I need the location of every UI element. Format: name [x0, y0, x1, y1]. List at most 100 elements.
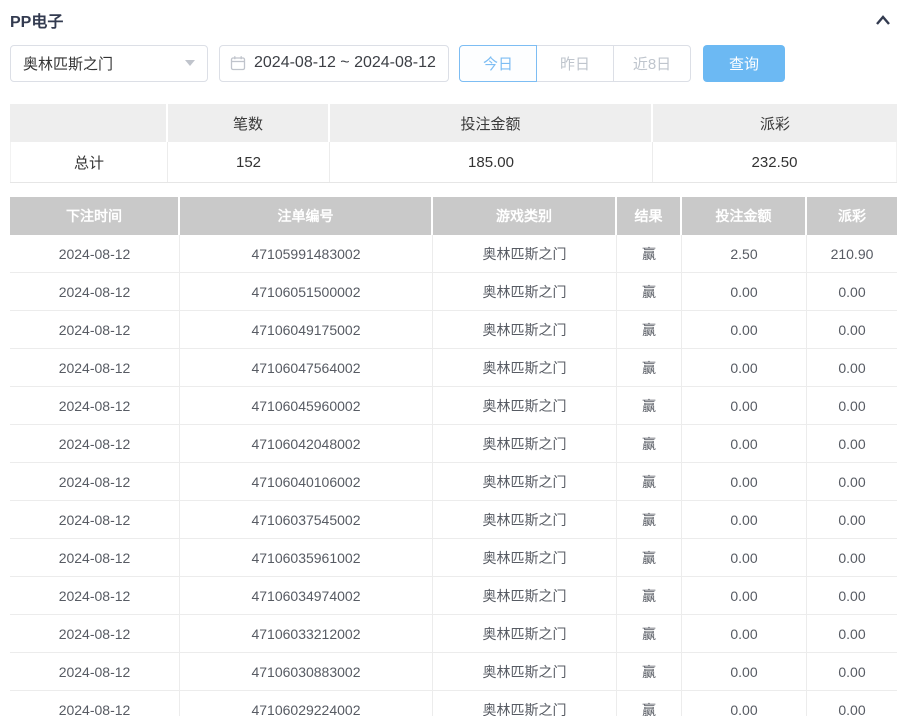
cell-bet-amount: 0.00	[682, 501, 807, 539]
cell-order-no: 47106047564002	[180, 349, 433, 387]
cell-game-type: 奥林匹斯之门	[433, 425, 617, 463]
cell-result: 赢	[617, 311, 682, 349]
cell-payout: 0.00	[807, 273, 897, 311]
cell-payout: 210.90	[807, 235, 897, 273]
table-row: 2024-08-12 47105991483002 奥林匹斯之门 赢 2.50 …	[10, 235, 897, 273]
cell-bet-amount: 0.00	[682, 615, 807, 653]
cell-order-no: 47106034974002	[180, 577, 433, 615]
toolbar: 奥林匹斯之门 2024-08-12 ~ 2024-08-12 今日 昨日 近8日…	[10, 44, 897, 82]
cell-result: 赢	[617, 501, 682, 539]
cell-bet-amount: 2.50	[682, 235, 807, 273]
table-row: 2024-08-12 47106042048002 奥林匹斯之门 赢 0.00 …	[10, 425, 897, 463]
query-button[interactable]: 查询	[703, 44, 785, 82]
cell-payout: 0.00	[807, 653, 897, 691]
cell-order-no: 47106033212002	[180, 615, 433, 653]
cell-payout: 0.00	[807, 577, 897, 615]
cell-game-type: 奥林匹斯之门	[433, 577, 617, 615]
cell-game-type: 奥林匹斯之门	[433, 349, 617, 387]
cell-game-type: 奥林匹斯之门	[433, 311, 617, 349]
cell-result: 赢	[617, 463, 682, 501]
cell-bet-time: 2024-08-12	[10, 653, 180, 691]
cell-payout: 0.00	[807, 387, 897, 425]
summary-header-row: 笔数 投注金额 派彩	[10, 104, 897, 142]
table-row: 2024-08-12 47106030883002 奥林匹斯之门 赢 0.00 …	[10, 653, 897, 691]
page-title: PP电子	[10, 14, 64, 31]
cell-payout: 0.00	[807, 539, 897, 577]
cell-game-type: 奥林匹斯之门	[433, 463, 617, 501]
collapse-chevron-up-icon[interactable]	[873, 11, 893, 29]
cell-result: 赢	[617, 387, 682, 425]
last-8-days-button[interactable]: 近8日	[613, 44, 691, 82]
cell-order-no: 47106030883002	[180, 653, 433, 691]
cell-bet-amount: 0.00	[682, 691, 807, 716]
table-row: 2024-08-12 47106049175002 奥林匹斯之门 赢 0.00 …	[10, 311, 897, 349]
table-row: 2024-08-12 47106034974002 奥林匹斯之门 赢 0.00 …	[10, 577, 897, 615]
cell-order-no: 47105991483002	[180, 235, 433, 273]
cell-bet-time: 2024-08-12	[10, 311, 180, 349]
date-range-value: 2024-08-12 ~ 2024-08-12	[254, 54, 436, 71]
cell-bet-time: 2024-08-12	[10, 577, 180, 615]
table-row: 2024-08-12 47106033212002 奥林匹斯之门 赢 0.00 …	[10, 615, 897, 653]
cell-game-type: 奥林匹斯之门	[433, 387, 617, 425]
cell-result: 赢	[617, 349, 682, 387]
yesterday-button[interactable]: 昨日	[536, 44, 614, 82]
cell-bet-time: 2024-08-12	[10, 501, 180, 539]
summary-total-count: 152	[168, 142, 330, 182]
cell-result: 赢	[617, 691, 682, 716]
game-select-value: 奥林匹斯之门	[23, 55, 114, 73]
chevron-down-icon	[185, 60, 195, 66]
cell-payout: 0.00	[807, 425, 897, 463]
cell-payout: 0.00	[807, 501, 897, 539]
col-header-bet-time: 下注时间	[10, 197, 180, 235]
table-row: 2024-08-12 47106029224002 奥林匹斯之门 赢 0.00 …	[10, 691, 897, 716]
cell-payout: 0.00	[807, 349, 897, 387]
summary-total-row: 总计 152 185.00 232.50	[10, 142, 897, 182]
cell-game-type: 奥林匹斯之门	[433, 615, 617, 653]
table-row: 2024-08-12 47106047564002 奥林匹斯之门 赢 0.00 …	[10, 349, 897, 387]
cell-result: 赢	[617, 653, 682, 691]
cell-bet-time: 2024-08-12	[10, 539, 180, 577]
cell-bet-time: 2024-08-12	[10, 425, 180, 463]
cell-order-no: 47106042048002	[180, 425, 433, 463]
table-row: 2024-08-12 47106040106002 奥林匹斯之门 赢 0.00 …	[10, 463, 897, 501]
pp-games-panel: PP电子 奥林匹斯之门 2024-08-12 ~ 2024-08-12 今日 昨…	[0, 0, 907, 716]
cell-order-no: 47106051500002	[180, 273, 433, 311]
summary-total-bet-amount: 185.00	[330, 142, 653, 182]
cell-bet-time: 2024-08-12	[10, 463, 180, 501]
table-row: 2024-08-12 47106037545002 奥林匹斯之门 赢 0.00 …	[10, 501, 897, 539]
panel-header: PP电子	[0, 0, 907, 32]
cell-bet-amount: 0.00	[682, 539, 807, 577]
cell-game-type: 奥林匹斯之门	[433, 653, 617, 691]
cell-order-no: 47106037545002	[180, 501, 433, 539]
cell-bet-time: 2024-08-12	[10, 349, 180, 387]
col-header-payout: 派彩	[807, 197, 897, 235]
cell-bet-time: 2024-08-12	[10, 273, 180, 311]
table-row: 2024-08-12 47106035961002 奥林匹斯之门 赢 0.00 …	[10, 539, 897, 577]
summary-total-payout: 232.50	[653, 142, 897, 182]
summary-header-payout: 派彩	[653, 104, 897, 142]
date-range-picker[interactable]: 2024-08-12 ~ 2024-08-12	[219, 44, 449, 82]
cell-game-type: 奥林匹斯之门	[433, 539, 617, 577]
col-header-game-type: 游戏类别	[433, 197, 617, 235]
cell-order-no: 47106035961002	[180, 539, 433, 577]
cell-result: 赢	[617, 539, 682, 577]
cell-game-type: 奥林匹斯之门	[433, 501, 617, 539]
cell-result: 赢	[617, 273, 682, 311]
today-button[interactable]: 今日	[459, 44, 537, 82]
col-header-bet-amount: 投注金额	[682, 197, 807, 235]
cell-payout: 0.00	[807, 615, 897, 653]
cell-order-no: 47106049175002	[180, 311, 433, 349]
summary-table: 笔数 投注金额 派彩 总计 152 185.00 232.50	[10, 104, 897, 183]
summary-header-count: 笔数	[168, 104, 330, 142]
cell-bet-amount: 0.00	[682, 577, 807, 615]
bet-table-header-row: 下注时间 注单编号 游戏类别 结果 投注金额 派彩	[10, 197, 897, 235]
cell-order-no: 47106029224002	[180, 691, 433, 716]
table-row: 2024-08-12 47106045960002 奥林匹斯之门 赢 0.00 …	[10, 387, 897, 425]
quick-date-button-group: 今日 昨日 近8日	[459, 44, 691, 82]
cell-order-no: 47106040106002	[180, 463, 433, 501]
game-select[interactable]: 奥林匹斯之门	[10, 44, 208, 82]
cell-game-type: 奥林匹斯之门	[433, 691, 617, 716]
cell-bet-amount: 0.00	[682, 425, 807, 463]
cell-bet-amount: 0.00	[682, 653, 807, 691]
summary-header-blank	[10, 104, 168, 142]
